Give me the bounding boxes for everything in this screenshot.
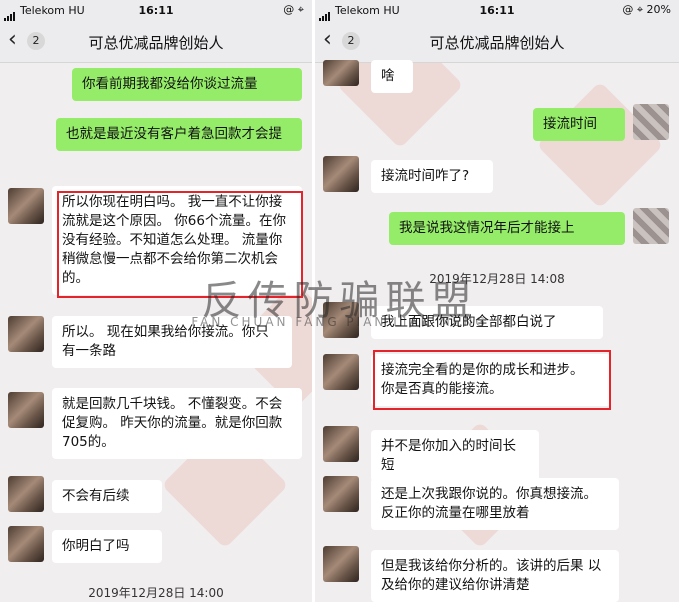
- message-outgoing[interactable]: 接流时间: [533, 108, 625, 141]
- status-icons: @ ⌖: [283, 3, 304, 16]
- message-outgoing[interactable]: 你看前期我都没给你谈过流量: [72, 68, 302, 101]
- message-outgoing[interactable]: 我是说我这情况年后才能接上: [389, 212, 625, 245]
- message-incoming[interactable]: 不会有后续: [52, 480, 162, 513]
- timestamp: 2019年12月28日 14:00: [88, 586, 224, 600]
- contact-avatar[interactable]: [8, 188, 44, 224]
- contact-avatar[interactable]: [8, 476, 44, 512]
- contact-avatar[interactable]: [8, 526, 44, 562]
- message-incoming[interactable]: 我上面跟你说的全部都白说了: [371, 306, 603, 339]
- contact-avatar[interactable]: [323, 60, 359, 86]
- contact-avatar[interactable]: [323, 156, 359, 192]
- timestamp: 2019年12月28日 14:08: [429, 272, 565, 286]
- contact-avatar[interactable]: [323, 426, 359, 462]
- message-incoming[interactable]: 还是上次我跟你说的。你真想接流。反正你的流量在哪里放着: [371, 478, 619, 530]
- highlight-box: [57, 191, 303, 298]
- user-avatar[interactable]: [633, 104, 669, 140]
- status-bar: Telekom HU 16:11 @ ⌖ 20%: [315, 0, 679, 22]
- chat-header: ‹ 2 可总优减品牌创始人: [0, 22, 312, 63]
- contact-avatar[interactable]: [8, 392, 44, 428]
- highlight-box: [373, 350, 611, 410]
- message-outgoing[interactable]: 也就是最近没有客户着急回款才会提: [56, 118, 302, 151]
- message-incoming[interactable]: 接流时间咋了?: [371, 160, 493, 193]
- background-heart-decoration: [536, 81, 664, 209]
- right-chat-screenshot: Telekom HU 16:11 @ ⌖ 20% ‹ 2 可总优减品牌创始人 啥…: [315, 0, 679, 602]
- user-avatar[interactable]: [633, 208, 669, 244]
- message-incoming[interactable]: 但是我该给你分析的。该讲的后果 以及给你的建议给你讲清楚: [371, 550, 619, 602]
- contact-avatar[interactable]: [8, 316, 44, 352]
- status-bar: Telekom HU 16:11 @ ⌖: [0, 0, 312, 22]
- contact-avatar[interactable]: [323, 476, 359, 512]
- chat-header: ‹ 2 可总优减品牌创始人: [315, 22, 679, 63]
- message-incoming[interactable]: 并不是你加入的时间长短: [371, 430, 539, 482]
- message-incoming[interactable]: 就是回款几千块钱。 不懂裂变。不会促复购。 昨天你的流量。就是你回款705的。: [52, 388, 302, 459]
- status-icons: @ ⌖ 20%: [622, 3, 671, 16]
- contact-avatar[interactable]: [323, 354, 359, 390]
- chat-title: 可总优减品牌创始人: [88, 34, 224, 52]
- contact-avatar[interactable]: [323, 302, 359, 338]
- chat-title: 可总优减品牌创始人: [429, 34, 565, 52]
- contact-avatar[interactable]: [323, 546, 359, 582]
- message-incoming[interactable]: 啥: [371, 60, 413, 93]
- left-chat-screenshot: Telekom HU 16:11 @ ⌖ ‹ 2 可总优减品牌创始人 你看前期我…: [0, 0, 312, 602]
- message-incoming[interactable]: 所以。 现在如果我给你接流。你只有一条路: [52, 316, 292, 368]
- clock: 16:11: [138, 4, 174, 17]
- message-incoming[interactable]: 你明白了吗: [52, 530, 162, 563]
